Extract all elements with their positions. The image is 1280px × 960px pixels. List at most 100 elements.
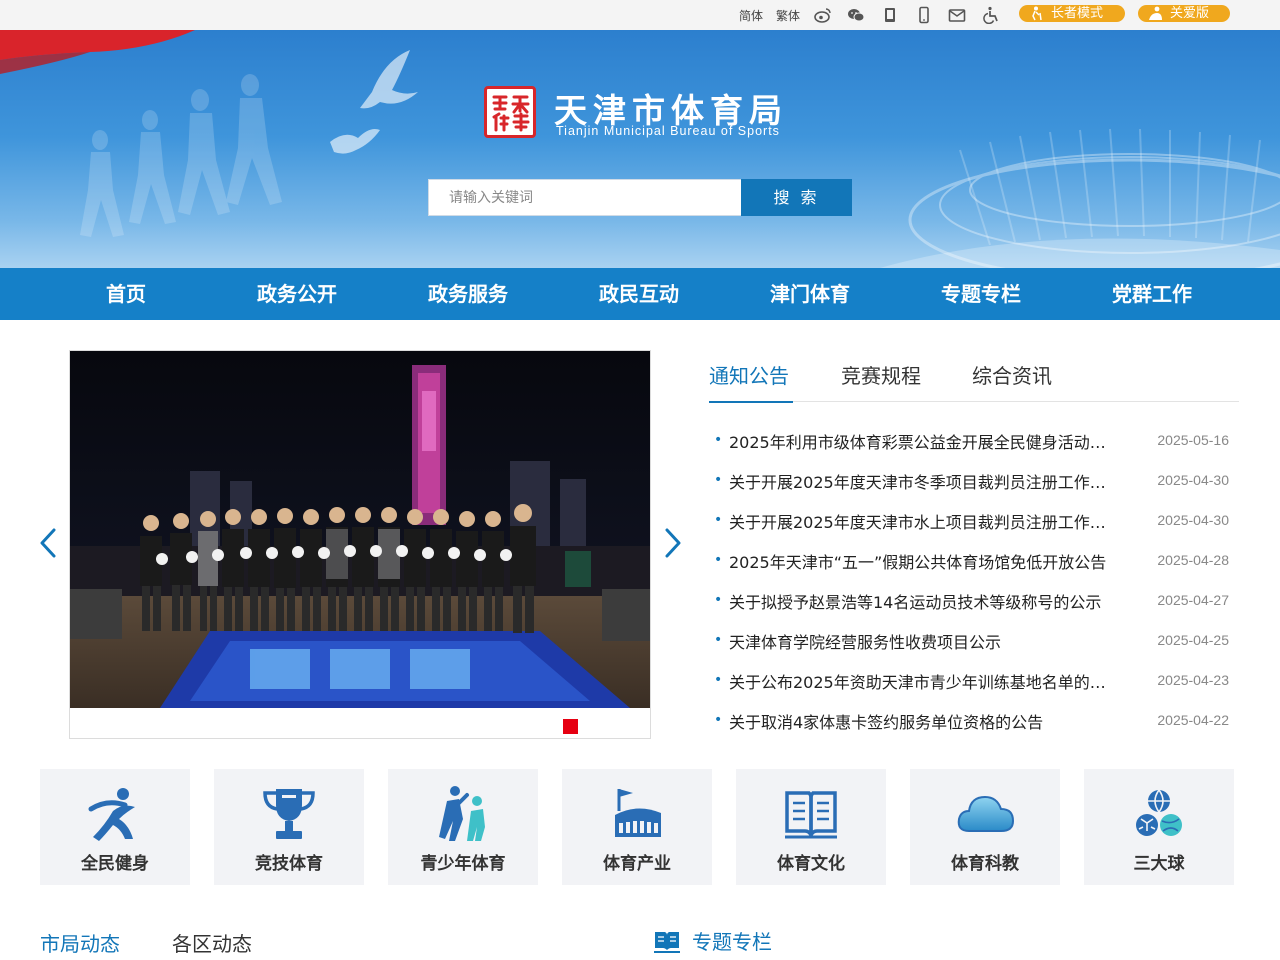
youth-icon xyxy=(433,785,493,843)
category-label: 三大球 xyxy=(1133,854,1185,874)
main-nav: 首页 政务公开 政务服务 政民互动 津门体育 专题专栏 党群工作 xyxy=(0,268,1280,320)
chevron-right-icon xyxy=(665,528,681,558)
nav-item-gov-service[interactable]: 政务服务 xyxy=(398,268,538,320)
notice-date: 2025-04-22 xyxy=(1157,712,1229,728)
notice-date: 2025-04-23 xyxy=(1157,672,1229,688)
category-label: 体育科教 xyxy=(951,854,1019,874)
elder-mode-button[interactable]: 长者模式 xyxy=(1019,5,1125,22)
notice-date: 2025-04-27 xyxy=(1157,592,1229,608)
mail-icon[interactable] xyxy=(948,6,966,24)
carousel-next-button[interactable] xyxy=(663,527,683,559)
notice-date: 2025-04-30 xyxy=(1157,472,1229,488)
trophy-icon xyxy=(259,785,319,843)
notice-date: 2025-04-25 xyxy=(1157,632,1229,648)
tab-general-news[interactable]: 综合资讯 xyxy=(972,362,1052,402)
balls-icon xyxy=(1129,785,1189,843)
bullet-icon: • xyxy=(714,632,723,648)
special-section-title[interactable]: 专题专栏 xyxy=(692,926,772,955)
elder-mode-label: 长者模式 xyxy=(1051,6,1104,21)
nav-item-gov-affairs[interactable]: 政务公开 xyxy=(227,268,367,320)
list-item[interactable]: • 关于开展2025年度天津市冬季项目裁判员注册工作的通知 2025-04-30 xyxy=(714,462,1230,502)
stadium-icon xyxy=(607,785,667,843)
bullet-icon: • xyxy=(714,712,723,728)
care-version-label: 关爱版 xyxy=(1170,6,1210,21)
weibo-icon[interactable] xyxy=(814,6,832,24)
notice-title[interactable]: 2025年天津市“五一”假期公共体育场馆免低开放公告 xyxy=(729,549,1121,573)
list-item[interactable]: • 关于拟授予赵景浩等14名运动员技术等级称号的公示 2025-04-27 xyxy=(714,582,1230,622)
bullet-icon: • xyxy=(714,432,723,448)
book-icon xyxy=(781,785,841,843)
nav-item-interaction[interactable]: 政民互动 xyxy=(569,268,709,320)
notice-title[interactable]: 天津体育学院经营服务性收费项目公示 xyxy=(729,629,1121,653)
notice-title[interactable]: 关于拟授予赵景浩等14名运动员技术等级称号的公示 xyxy=(729,589,1121,613)
tab-notices[interactable]: 通知公告 xyxy=(709,362,793,403)
list-item[interactable]: • 关于公布2025年资助天津市青少年训练基地名单的通知 2025-04-23 xyxy=(714,662,1230,702)
nav-item-special[interactable]: 专题专栏 xyxy=(911,268,1051,320)
tab-competition-rules[interactable]: 竞赛规程 xyxy=(841,362,921,402)
news-carousel[interactable] xyxy=(69,350,651,739)
bullet-icon: • xyxy=(714,472,723,488)
chevron-left-icon xyxy=(40,528,56,558)
category-label: 体育产业 xyxy=(603,854,671,874)
bullet-icon: • xyxy=(714,672,723,688)
category-label: 竞技体育 xyxy=(255,854,323,874)
category-tile-industry[interactable]: 体育产业 xyxy=(562,769,712,885)
tab-bureau-news[interactable]: 市局动态 xyxy=(40,928,120,957)
wechat-icon[interactable] xyxy=(847,6,865,24)
simplified-chinese-link[interactable]: 简体 xyxy=(739,7,763,24)
notice-date: 2025-04-30 xyxy=(1157,512,1229,528)
notice-title[interactable]: 关于公布2025年资助天津市青少年训练基地名单的通知 xyxy=(729,669,1121,693)
notice-title[interactable]: 关于开展2025年度天津市冬季项目裁判员注册工作的通知 xyxy=(729,469,1121,493)
carousel-slide-image[interactable] xyxy=(70,351,650,708)
nav-item-tianjin-sports[interactable]: 津门体育 xyxy=(740,268,880,320)
bullet-icon: • xyxy=(714,512,723,528)
carousel-indicator-active[interactable] xyxy=(563,719,578,734)
notice-title[interactable]: 关于开展2025年度天津市水上项目裁判员注册工作的通知 xyxy=(729,509,1121,533)
tab-district-news[interactable]: 各区动态 xyxy=(172,928,252,957)
notice-date: 2025-04-28 xyxy=(1157,552,1229,568)
category-tile-competitive[interactable]: 竞技体育 xyxy=(214,769,364,885)
bullet-icon: • xyxy=(714,592,723,608)
care-version-button[interactable]: 关爱版 xyxy=(1138,5,1230,22)
notice-tabs: 通知公告 竞赛规程 综合资讯 xyxy=(709,362,1239,403)
search-input[interactable] xyxy=(429,180,741,215)
traditional-chinese-link[interactable]: 繁体 xyxy=(776,7,800,24)
elder-icon xyxy=(1029,6,1044,21)
open-book-icon xyxy=(653,928,681,954)
nav-item-home[interactable]: 首页 xyxy=(56,268,196,320)
category-tile-fitness[interactable]: 全民健身 xyxy=(40,769,190,885)
category-label: 青少年体育 xyxy=(420,854,506,874)
site-name-en: Tianjin Municipal Bureau of Sports xyxy=(556,124,780,138)
ebook-icon[interactable] xyxy=(881,6,899,24)
category-label: 全民健身 xyxy=(81,854,149,874)
notice-date: 2025-05-16 xyxy=(1157,432,1229,448)
category-tile-culture[interactable]: 体育文化 xyxy=(736,769,886,885)
bullet-icon: • xyxy=(714,552,723,568)
mobile-icon[interactable] xyxy=(915,6,933,24)
list-item[interactable]: • 关于开展2025年度天津市水上项目裁判员注册工作的通知 2025-04-30 xyxy=(714,502,1230,542)
nav-item-party-work[interactable]: 党群工作 xyxy=(1082,268,1222,320)
notice-title[interactable]: 2025年利用市级体育彩票公益金开展全民健身活动的拟资助项目公示 xyxy=(729,429,1121,453)
accessibility-icon[interactable] xyxy=(982,6,1000,24)
category-tile-science-edu[interactable]: 体育科教 xyxy=(910,769,1060,885)
search-box xyxy=(428,179,742,216)
category-tile-three-balls[interactable]: 三大球 xyxy=(1084,769,1234,885)
category-label: 体育文化 xyxy=(777,854,845,874)
header-banner: 天津市体育局 Tianjin Municipal Bureau of Sport… xyxy=(0,30,1280,268)
list-item[interactable]: • 关于取消4家体惠卡签约服务单位资格的公告 2025-04-22 xyxy=(714,702,1230,742)
category-tile-youth[interactable]: 青少年体育 xyxy=(388,769,538,885)
care-icon xyxy=(1148,6,1163,21)
notice-title[interactable]: 关于取消4家体惠卡签约服务单位资格的公告 xyxy=(729,709,1121,733)
search-button[interactable]: 搜 索 xyxy=(741,179,852,216)
top-utility-bar: 简体 繁体 长者模式 关爱版 xyxy=(0,0,1280,30)
banner-decoration xyxy=(0,30,1280,268)
list-item[interactable]: • 2025年天津市“五一”假期公共体育场馆免低开放公告 2025-04-28 xyxy=(714,542,1230,582)
list-item[interactable]: • 天津体育学院经营服务性收费项目公示 2025-04-25 xyxy=(714,622,1230,662)
list-item[interactable]: • 2025年利用市级体育彩票公益金开展全民健身活动的拟资助项目公示 2025-… xyxy=(714,422,1230,462)
cloud-icon xyxy=(955,785,1015,843)
notice-list: • 2025年利用市级体育彩票公益金开展全民健身活动的拟资助项目公示 2025-… xyxy=(714,422,1230,742)
seal-logo-icon xyxy=(484,86,536,138)
site-logo[interactable]: 天津市体育局 Tianjin Municipal Bureau of Sport… xyxy=(484,86,804,146)
fitness-icon xyxy=(85,785,145,843)
carousel-prev-button[interactable] xyxy=(38,527,58,559)
